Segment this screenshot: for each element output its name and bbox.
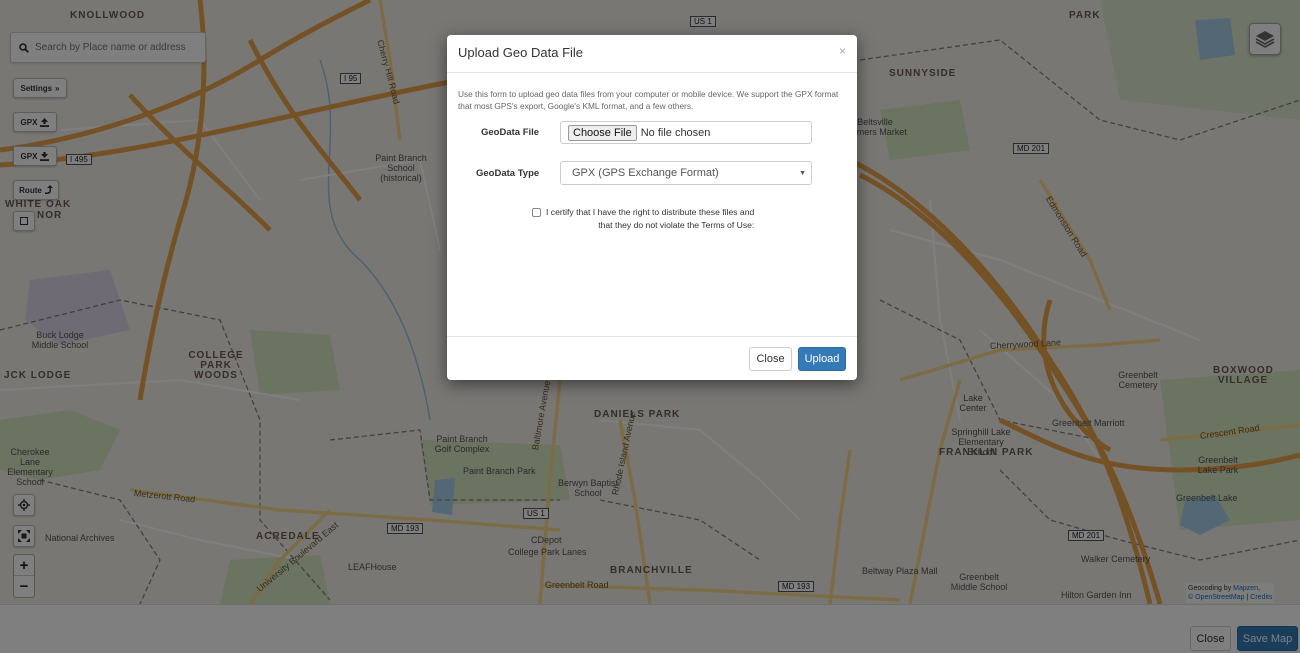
file-status-text: No file chosen [640,126,711,139]
certify-line-1: I certify that I have the right to distr… [546,207,755,217]
certify-line-2: that they do not violate the Terms of Us… [598,220,755,230]
modal-close-icon[interactable]: × [839,44,846,58]
certify-text: I certify that I have the right to distr… [546,206,754,232]
modal-close-button[interactable]: Close [749,347,792,371]
app-root: KNOLLWOOD PARK SUNNYSIDE WHITE OAK NOR C… [0,0,1300,653]
modal-footer: Close Upload [447,336,857,380]
certify-checkbox[interactable] [532,208,541,217]
upload-geodata-modal: Upload Geo Data File × Use this form to … [447,35,857,380]
certify-row: I certify that I have the right to distr… [532,206,754,232]
modal-header: Upload Geo Data File × [447,35,857,73]
modal-description: Use this form to upload geo data files f… [458,89,839,111]
choose-file-button[interactable]: Choose File [568,124,637,141]
geodata-file-label: GeoData File [481,127,540,138]
geodata-type-selected: GPX (GPS Exchange Format) [572,167,719,179]
chevron-down-icon: ▼ [799,170,806,177]
geodata-type-label: GeoData Type [476,168,540,179]
modal-title: Upload Geo Data File [458,45,584,60]
modal-upload-button[interactable]: Upload [798,347,846,371]
geodata-type-select[interactable]: GPX (GPS Exchange Format) ▼ [560,161,812,185]
geodata-file-input[interactable]: Choose File No file chosen [560,121,812,144]
